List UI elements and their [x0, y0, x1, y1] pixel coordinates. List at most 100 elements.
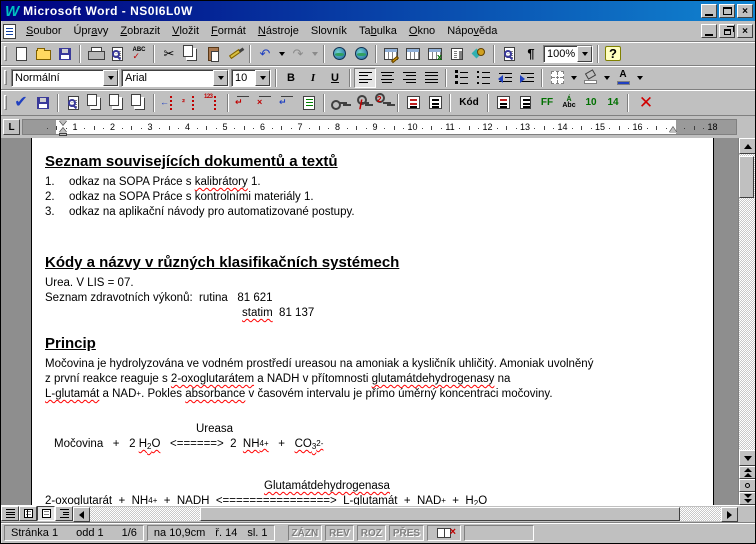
red-list-button[interactable]	[402, 93, 424, 113]
scroll-down-button[interactable]	[739, 450, 755, 466]
font-dropdown-button[interactable]	[213, 70, 228, 86]
pages-zero-button[interactable]	[128, 93, 150, 113]
right-indent-marker[interactable]	[669, 127, 677, 133]
doc-minimize-button[interactable]	[701, 24, 717, 38]
previous-page-button[interactable]	[739, 466, 755, 479]
size-14-button[interactable]: 14	[602, 93, 624, 113]
copy-button[interactable]	[180, 44, 202, 64]
borders-dropdown[interactable]	[568, 68, 579, 88]
justify-button[interactable]	[420, 68, 442, 88]
redo-button[interactable]: ↷	[287, 44, 309, 64]
pages-alt-button[interactable]	[106, 93, 128, 113]
redo-dropdown[interactable]	[309, 44, 320, 64]
undo-dropdown[interactable]	[276, 44, 287, 64]
scroll-up-button[interactable]	[739, 138, 755, 154]
renumber-button[interactable]: 123	[202, 93, 224, 113]
menu-slovnik[interactable]: Slovník	[305, 23, 353, 39]
maximize-button[interactable]	[719, 4, 735, 18]
copy-pages-button[interactable]	[84, 93, 106, 113]
ff-button[interactable]: FF	[536, 93, 558, 113]
font-color-button[interactable]: A	[612, 68, 634, 88]
protect-button[interactable]	[328, 93, 350, 113]
vertical-scroll-thumb[interactable]	[739, 156, 754, 198]
close-button[interactable]: ×	[737, 4, 753, 18]
new-document-button[interactable]	[10, 44, 32, 64]
approve-button[interactable]: ✔	[10, 93, 32, 113]
highlight-dropdown[interactable]	[601, 68, 612, 88]
save-button[interactable]	[54, 44, 76, 64]
close-document-button[interactable]: ✕	[632, 93, 660, 113]
zoom-dropdown-button[interactable]	[577, 46, 592, 62]
insert-table-button[interactable]	[402, 44, 424, 64]
toolbar-grip[interactable]	[4, 95, 7, 110]
status-toggle-roz[interactable]: ROZ	[357, 525, 386, 541]
online-layout-view-button[interactable]	[19, 506, 37, 521]
menu-zobrazit[interactable]: Zobrazit	[114, 23, 166, 39]
menu-format[interactable]: Formát	[205, 23, 252, 39]
doc-ok-button[interactable]	[298, 93, 320, 113]
normal-view-button[interactable]	[1, 506, 19, 521]
style-dropdown-button[interactable]	[103, 70, 118, 86]
spelling-status-panel[interactable]: ×	[427, 525, 461, 541]
print-preview-button[interactable]	[106, 44, 128, 64]
drawing-button[interactable]	[468, 44, 490, 64]
align-center-button[interactable]	[376, 68, 398, 88]
status-toggle-pres[interactable]: PŘES	[389, 525, 424, 541]
insert-excel-button[interactable]: x	[424, 44, 446, 64]
web-toolbar-button[interactable]	[350, 44, 372, 64]
highlight-button[interactable]	[579, 68, 601, 88]
next-page-button[interactable]	[739, 492, 755, 505]
menu-vlozit[interactable]: Vložit	[166, 23, 205, 39]
size-10-button[interactable]: 10	[580, 93, 602, 113]
select-browse-object-button[interactable]	[739, 479, 755, 492]
tables-and-borders-button[interactable]	[380, 44, 402, 64]
scroll-right-button[interactable]	[721, 507, 738, 522]
document-map-button[interactable]	[498, 44, 520, 64]
print-button[interactable]	[84, 44, 106, 64]
preview-document-button[interactable]	[62, 93, 84, 113]
bold-button[interactable]: B	[280, 68, 302, 88]
paste-button[interactable]	[202, 44, 224, 64]
doc-close-button[interactable]: ×	[737, 24, 753, 38]
font-size-combobox[interactable]: 10	[231, 69, 271, 87]
menu-okno[interactable]: Okno	[403, 23, 441, 39]
italic-button[interactable]: I	[302, 68, 324, 88]
font-size-dropdown-button[interactable]	[255, 70, 270, 86]
web-page-preview-button[interactable]	[328, 44, 350, 64]
menu-tabulka[interactable]: Tabulka	[353, 23, 403, 39]
style-combobox[interactable]: Normální	[11, 69, 119, 87]
cut-button[interactable]: ✂	[158, 44, 180, 64]
minimize-button[interactable]	[701, 4, 717, 18]
small-list-button[interactable]	[514, 93, 536, 113]
vertical-scroll-track[interactable]	[739, 154, 755, 450]
document-page[interactable]: Seznam souvisejících dokumentů a textů1.…	[31, 138, 714, 505]
show-hide-paragraph-button[interactable]: ¶	[520, 44, 542, 64]
menu-upravy[interactable]: Úpravy	[67, 23, 114, 39]
protect2-button[interactable]	[372, 93, 394, 113]
menu-soubor[interactable]: Soubor	[20, 23, 67, 39]
save-version-button[interactable]	[32, 93, 54, 113]
font-color-dropdown[interactable]	[634, 68, 645, 88]
font-abc-button[interactable]: ÁAbc	[558, 93, 580, 113]
increase-indent-button[interactable]	[516, 68, 538, 88]
font-combobox[interactable]: Arial	[121, 69, 229, 87]
page-layout-view-button[interactable]	[37, 506, 55, 521]
format-painter-button[interactable]	[224, 44, 246, 64]
toolbar-grip[interactable]	[4, 70, 7, 85]
zoom-combobox[interactable]: 100%	[543, 45, 593, 63]
doc-export-button[interactable]: ↵	[232, 93, 254, 113]
numbered-list-button[interactable]	[450, 68, 472, 88]
toolbar-grip[interactable]	[4, 46, 7, 61]
document-icon[interactable]	[3, 24, 16, 39]
decrease-indent-button[interactable]	[494, 68, 516, 88]
indent-markers[interactable]	[59, 120, 68, 136]
horizontal-scroll-track[interactable]	[90, 507, 721, 521]
doc-restore-button[interactable]	[719, 24, 735, 38]
status-toggle-zazn[interactable]: ZÁZN	[288, 525, 323, 541]
bullet-list-button[interactable]	[472, 68, 494, 88]
columns-button[interactable]	[446, 44, 468, 64]
help-button[interactable]: ?	[602, 44, 624, 64]
borders-button[interactable]	[546, 68, 568, 88]
underline-button[interactable]: U	[324, 68, 346, 88]
open-button[interactable]	[32, 44, 54, 64]
